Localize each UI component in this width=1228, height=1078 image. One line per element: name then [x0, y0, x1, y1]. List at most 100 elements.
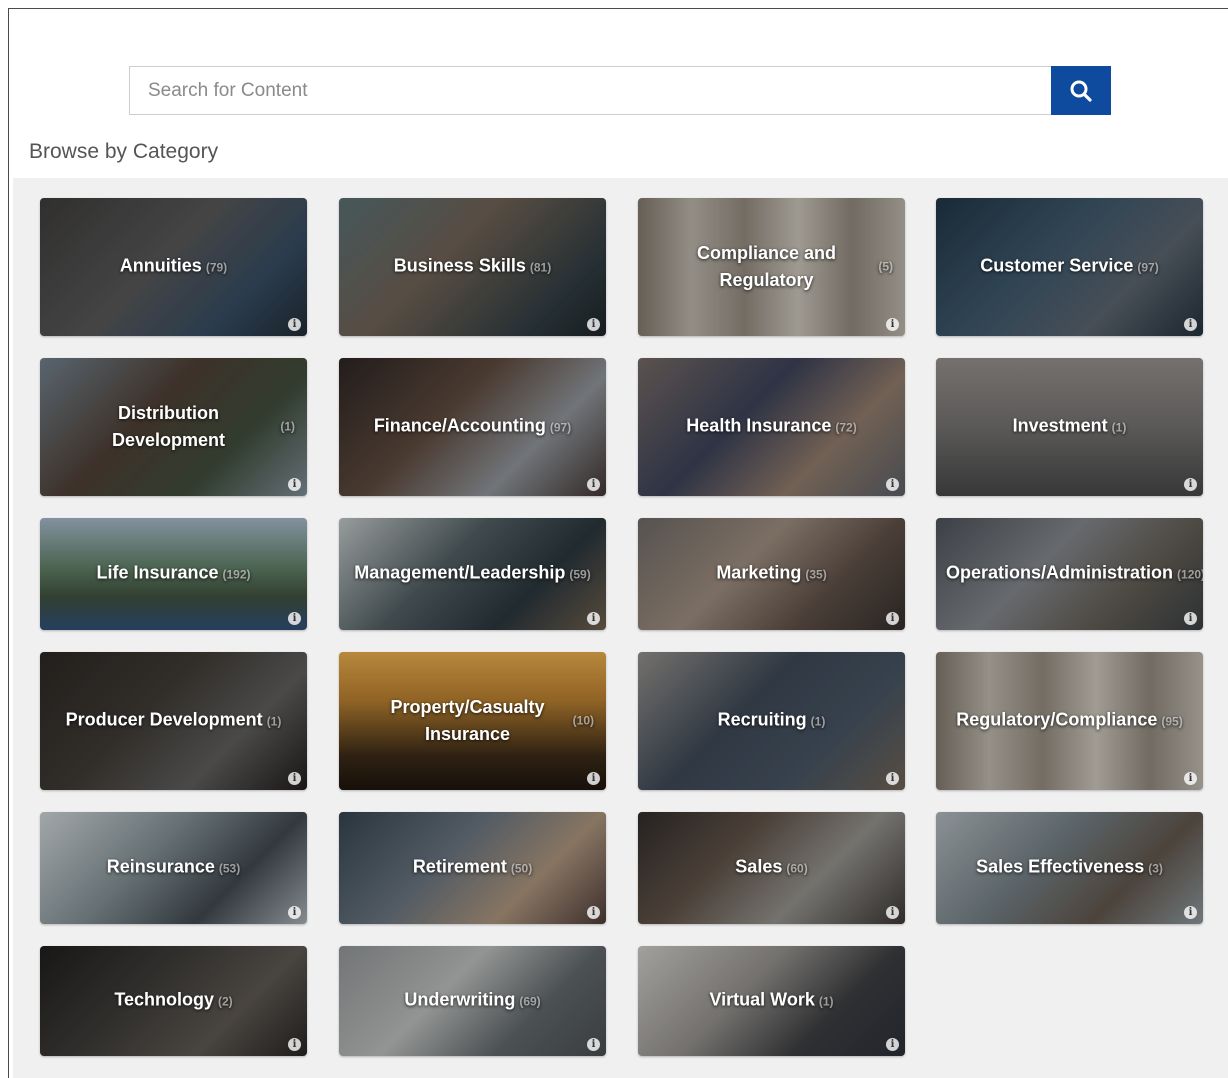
category-tile[interactable]: Management/Leadership (59) i — [339, 518, 606, 630]
category-label: Annuities (79) — [40, 253, 307, 282]
category-count: (59) — [569, 567, 591, 582]
category-name: Reinsurance — [106, 856, 215, 877]
category-tile[interactable]: Technology (2) i — [40, 946, 307, 1056]
search-icon — [1070, 80, 1092, 102]
category-tile[interactable]: Compliance and Regulatory (5) i — [638, 198, 905, 336]
category-label: Operations/Administration (120) — [936, 560, 1203, 589]
search-button[interactable] — [1051, 66, 1111, 115]
category-tile[interactable]: Property/Casualty Insurance (10) i — [339, 652, 606, 790]
category-label: Compliance and Regulatory (5) — [638, 240, 905, 294]
info-icon[interactable]: i — [587, 1038, 600, 1051]
search-input[interactable] — [129, 66, 1051, 115]
info-icon[interactable]: i — [288, 772, 301, 785]
category-name: Distribution Development — [111, 403, 226, 450]
category-name: Retirement — [412, 856, 507, 877]
info-icon[interactable]: i — [886, 318, 899, 331]
info-icon[interactable]: i — [587, 612, 600, 625]
category-count: (3) — [1148, 861, 1163, 876]
info-icon[interactable]: i — [288, 906, 301, 919]
info-icon[interactable]: i — [587, 318, 600, 331]
category-name: Recruiting — [717, 709, 807, 730]
category-label: Property/Casualty Insurance (10) — [339, 694, 606, 748]
category-name: Sales — [735, 856, 783, 877]
info-icon[interactable]: i — [886, 772, 899, 785]
category-tile[interactable]: Virtual Work (1) i — [638, 946, 905, 1056]
info-icon[interactable]: i — [288, 478, 301, 491]
info-icon[interactable]: i — [1184, 906, 1197, 919]
category-count: (81) — [529, 260, 552, 275]
info-icon[interactable]: i — [886, 612, 899, 625]
category-count: (69) — [519, 994, 541, 1009]
info-icon[interactable]: i — [1184, 478, 1197, 491]
category-count: (95) — [1161, 714, 1183, 729]
category-count: (192) — [222, 567, 251, 582]
category-count: (5) — [878, 259, 893, 274]
category-count: (35) — [805, 567, 827, 582]
category-tile[interactable]: Underwriting (69) i — [339, 946, 606, 1056]
category-tile[interactable]: Regulatory/Compliance (95) i — [936, 652, 1203, 790]
info-icon[interactable]: i — [1184, 612, 1197, 625]
category-label: Customer Service (97) — [936, 253, 1203, 282]
category-label: Reinsurance (53) — [40, 854, 307, 883]
category-count: (53) — [218, 861, 241, 876]
info-icon[interactable]: i — [1184, 772, 1197, 785]
info-icon[interactable]: i — [288, 612, 301, 625]
category-tile[interactable]: Sales (60) i — [638, 812, 905, 924]
category-name: Producer Development — [65, 709, 263, 730]
category-tile[interactable]: Operations/Administration (120) i — [936, 518, 1203, 630]
category-label: Retirement (50) — [339, 854, 606, 883]
category-tile[interactable]: Customer Service (97) i — [936, 198, 1203, 336]
category-tile[interactable]: Reinsurance (53) i — [40, 812, 307, 924]
category-name: Investment — [1012, 415, 1108, 436]
info-icon[interactable]: i — [587, 772, 600, 785]
category-count: (10) — [572, 713, 594, 728]
category-label: Finance/Accounting (97) — [339, 413, 606, 442]
category-tile[interactable]: Retirement (50) i — [339, 812, 606, 924]
info-icon[interactable]: i — [1184, 318, 1197, 331]
category-name: Finance/Accounting — [373, 415, 546, 436]
category-tile[interactable]: Investment (1) i — [936, 358, 1203, 496]
category-tile[interactable]: Recruiting (1) i — [638, 652, 905, 790]
browse-category-heading: Browse by Category — [29, 140, 219, 163]
category-tile[interactable]: Producer Development (1) i — [40, 652, 307, 790]
category-name: Management/Leadership — [354, 562, 566, 583]
info-icon[interactable]: i — [886, 906, 899, 919]
category-label: Underwriting (69) — [339, 987, 606, 1016]
category-label: Business Skills (81) — [339, 253, 606, 282]
category-count: (79) — [205, 260, 228, 275]
category-label: Health Insurance (72) — [638, 413, 905, 442]
category-name: Compliance and Regulatory — [696, 243, 837, 290]
category-name: Underwriting — [404, 989, 516, 1010]
info-icon[interactable]: i — [587, 478, 600, 491]
category-count: (120) — [1177, 567, 1203, 582]
category-label: Sales (60) — [638, 854, 905, 883]
category-count: (2) — [218, 994, 233, 1009]
info-icon[interactable]: i — [288, 1038, 301, 1051]
category-label: Producer Development (1) — [40, 707, 307, 736]
category-tile[interactable]: Marketing (35) i — [638, 518, 905, 630]
category-count: (1) — [280, 419, 295, 434]
search-bar — [129, 66, 1111, 115]
category-count: (97) — [549, 420, 572, 435]
category-tile[interactable]: Life Insurance (192) i — [40, 518, 307, 630]
category-tile[interactable]: Sales Effectiveness (3) i — [936, 812, 1203, 924]
category-count: (50) — [510, 861, 533, 876]
info-icon[interactable]: i — [886, 478, 899, 491]
category-name: Life Insurance — [96, 562, 219, 583]
category-name: Property/Casualty Insurance — [390, 697, 545, 744]
info-icon[interactable]: i — [886, 1038, 899, 1051]
category-name: Sales Effectiveness — [976, 856, 1145, 877]
category-tile[interactable]: Finance/Accounting (97) i — [339, 358, 606, 496]
category-name: Operations/Administration — [946, 562, 1174, 583]
category-tile[interactable]: Health Insurance (72) i — [638, 358, 905, 496]
category-tile[interactable]: Distribution Development (1) i — [40, 358, 307, 496]
info-icon[interactable]: i — [587, 906, 600, 919]
category-label: Marketing (35) — [638, 560, 905, 589]
category-name: Customer Service — [980, 255, 1134, 276]
category-tile[interactable]: Business Skills (81) i — [339, 198, 606, 336]
category-label: Sales Effectiveness (3) — [936, 854, 1203, 883]
category-tile[interactable]: Annuities (79) i — [40, 198, 307, 336]
category-name: Regulatory/Compliance — [956, 709, 1158, 730]
category-count: (1) — [810, 714, 826, 729]
info-icon[interactable]: i — [288, 318, 301, 331]
